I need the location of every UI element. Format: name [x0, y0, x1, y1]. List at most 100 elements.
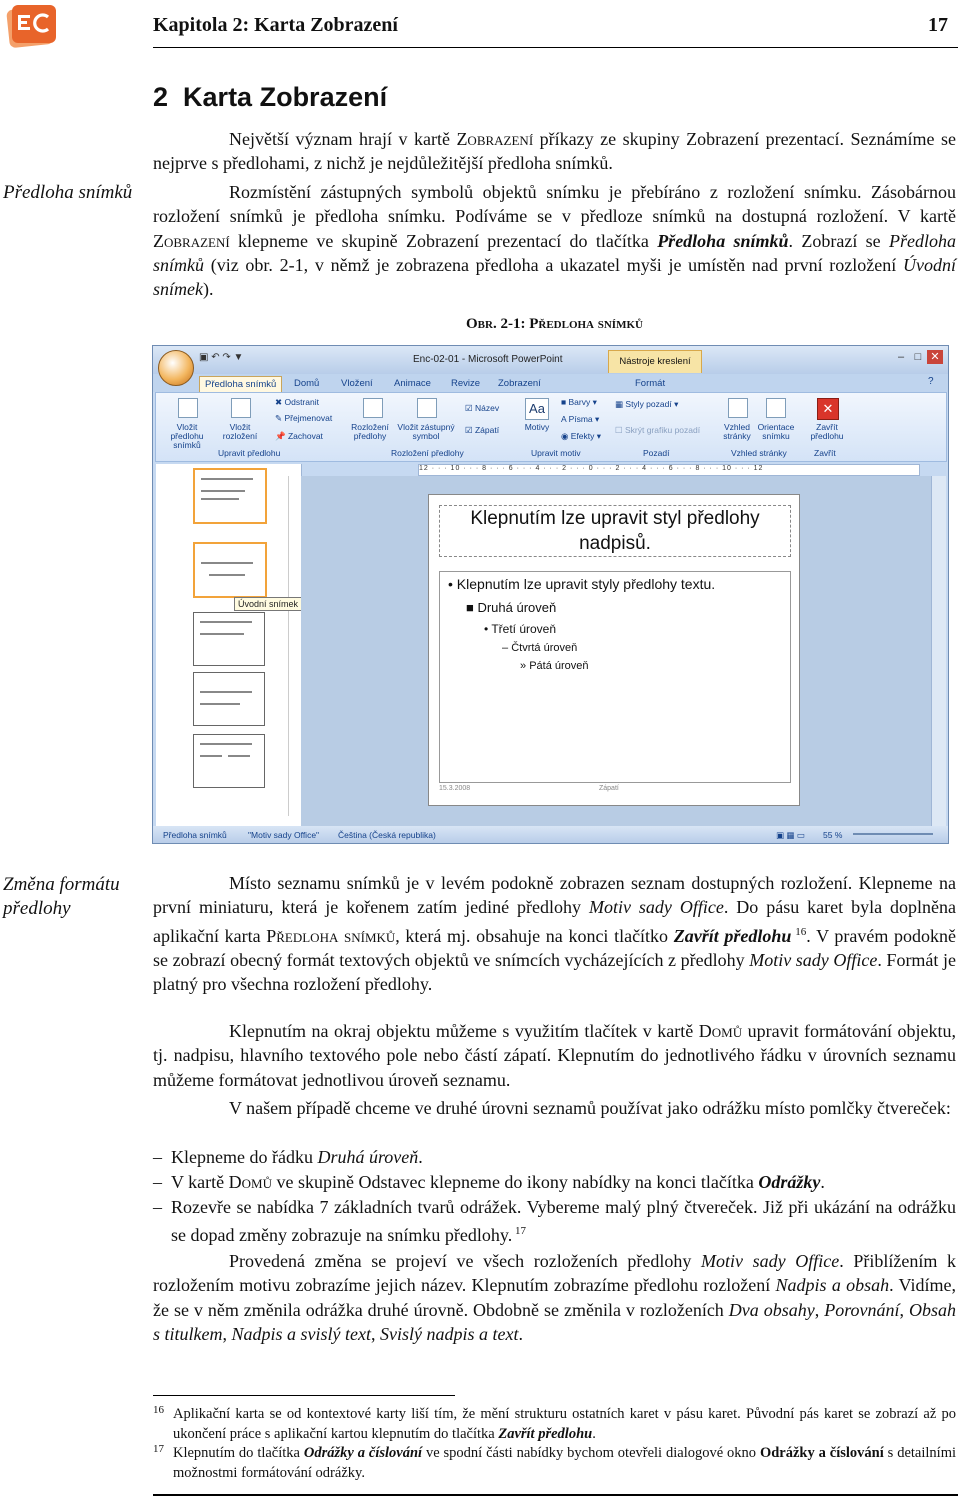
insert-layout-button[interactable]: Vložit rozložení [217, 423, 263, 441]
tab-animace[interactable]: Animace [394, 376, 431, 392]
body-paragraph-4: Klepnutím na okraj objektu můžeme s využ… [153, 1019, 956, 1092]
text: klepneme ve skupině Zobrazení prezentací… [229, 230, 658, 251]
footers-checkbox[interactable]: ☑ Zápatí [465, 426, 499, 435]
footnote-rule [153, 1395, 455, 1396]
layout-thumbnail-pane[interactable] [156, 464, 302, 826]
bullet-level-5[interactable]: » Pátá úroveň [520, 660, 589, 672]
close-icon[interactable]: ✕ [927, 350, 943, 364]
text: , [222, 1323, 232, 1344]
text: ve spodní části nabídky bychom otevřeli … [422, 1445, 760, 1461]
footnote-16: 16 Aplikační karta se od kontextové karty… [153, 1404, 956, 1444]
layout-name: Nadpis a obsah [775, 1275, 890, 1296]
status-theme: "Motiv sady Office" [248, 830, 320, 840]
text: Klepnutím do tlačítka [173, 1445, 304, 1461]
rename-button[interactable]: ✎ Přejmenovat [275, 414, 332, 423]
horizontal-ruler: 12 · · · 10 · · · 8 · · · 6 · · · 4 · · … [418, 464, 920, 476]
insert-master-button[interactable]: Vložit předlohu snímků [161, 423, 213, 450]
group-label-zavrit: Zavřít [814, 448, 836, 458]
vertical-scrollbar[interactable] [931, 476, 946, 826]
colors-button[interactable]: ■ Barvy ▾ [561, 398, 597, 407]
footnote-number: 17 [153, 1443, 164, 1455]
status-language: Čeština (Česká republika) [338, 830, 436, 840]
slide-body-placeholder[interactable]: • Klepnutím lze upravit styly předlohy t… [439, 571, 791, 783]
close-master-icon: ✕ [817, 398, 839, 420]
footnote-number: 16 [153, 1404, 164, 1416]
button-name: Odrážky a číslování [303, 1445, 423, 1461]
tab-vlozeni[interactable]: Vložení [341, 376, 373, 392]
text: Největší význam hrají v kartě [229, 129, 457, 149]
minimize-icon[interactable]: – [893, 350, 909, 364]
bg-styles-button[interactable]: ▦ Styly pozadí ▾ [615, 400, 678, 409]
hide-bg-label: Skrýt grafiku pozadí [624, 425, 701, 435]
chapter-heading-title: Karta Zobrazení [183, 82, 388, 112]
office-button[interactable] [158, 350, 194, 386]
list-item: – V kartě Domů ve skupině Odstavec klepne… [153, 1170, 956, 1194]
close-master-button[interactable]: Zavřít předlohu [807, 423, 847, 441]
bottom-rule [153, 1494, 958, 1496]
help-icon[interactable]: ? [928, 376, 934, 387]
text: , [814, 1299, 825, 1320]
tab-format[interactable]: Formát [635, 376, 665, 392]
zoom-slider[interactable] [853, 833, 933, 835]
tab-name: Předloha snímků [266, 925, 396, 946]
insert-master-icon [178, 398, 198, 418]
body-paragraph-6: Provedená změna se projeví ve všech rozl… [153, 1249, 956, 1346]
preserve-button[interactable]: 📌 Zachovat [275, 432, 323, 441]
text: Rozevře se nabídka 7 základních tvarů od… [171, 1197, 956, 1246]
tab-domu[interactable]: Domů [294, 376, 319, 392]
bullet-level-2-text: Druhá úroveň [477, 600, 557, 615]
list-item: – Rozevře se nabídka 7 základních tvarů o… [153, 1195, 956, 1248]
tab-revize[interactable]: Revize [451, 376, 480, 392]
page-setup-button[interactable]: Vzhled stránky [718, 423, 756, 441]
insert-placeholder-button[interactable]: Vložit zástupný symbol [395, 423, 457, 441]
header-rule [153, 47, 958, 48]
maximize-icon[interactable]: □ [910, 350, 926, 364]
tab-zobrazeni[interactable]: Zobrazení [498, 376, 541, 392]
tab-name: Domů [698, 1021, 743, 1041]
text: . [518, 1323, 523, 1344]
colors-label: Barvy [568, 397, 591, 407]
bullet-level-3[interactable]: • Třetí úroveň [484, 622, 556, 636]
zoom-level[interactable]: 55 % [823, 830, 842, 840]
bullet-level-1[interactable]: • Klepnutím lze upravit styly předlohy t… [448, 576, 715, 592]
tab-predloha-snimku[interactable]: Předloha snímků [199, 376, 283, 393]
master-thumbnail[interactable] [193, 468, 267, 524]
button-name: Odrážky [758, 1172, 821, 1192]
master-layout-button[interactable]: Rozložení předlohy [345, 423, 395, 441]
bullet-level-3-text: Třetí úroveň [491, 622, 557, 636]
body-paragraph-5: V našem případě chceme ve druhé úrovni s… [229, 1098, 951, 1118]
slide-canvas[interactable]: Klepnutím lze upravit styl předlohy nadp… [428, 494, 800, 806]
layout-thumbnail[interactable] [193, 734, 265, 788]
master-layout-icon [363, 398, 383, 418]
effects-button[interactable]: ◉ Efekty ▾ [561, 432, 601, 441]
slide-title-placeholder[interactable]: Klepnutím lze upravit styl předlohy nadp… [439, 505, 791, 557]
intro-paragraph-2: Rozmístění zástupných symbolů objektů sn… [153, 180, 956, 301]
group-label-upravit-motiv: Upravit motiv [531, 448, 581, 458]
hide-bg-checkbox[interactable]: ☐ Skrýt grafiku pozadí [615, 426, 700, 435]
vertical-ruler [288, 476, 299, 816]
text: ve skupině Odstavec klepneme do ikony na… [272, 1172, 759, 1192]
footnote-ref-17[interactable]: 17 [512, 1225, 526, 1237]
layout-name: Nadpis a svislý text [231, 1323, 371, 1344]
text: , která mj. obsahuje na konci tlačítko [395, 925, 674, 946]
caption-number: 2-1: [496, 316, 530, 332]
layout-thumbnail[interactable] [193, 672, 265, 726]
footnote-ref-16[interactable]: 16 [791, 926, 806, 938]
bullet-level-2[interactable]: ■ Druhá úroveň [466, 600, 556, 615]
fonts-button[interactable]: A Písma ▾ [561, 415, 599, 424]
orientation-button[interactable]: Orientace snímku [753, 423, 799, 441]
rename-label: Přejmenovat [284, 413, 333, 423]
theme-name: Motiv sady Office [749, 949, 878, 970]
slide-footer[interactable]: 15.3.2008 Zápatí [439, 785, 789, 797]
view-buttons[interactable]: ▣ ▦ ▭ [776, 830, 805, 841]
text: . [820, 1172, 825, 1192]
layout-thumbnail[interactable] [193, 612, 265, 666]
delete-button[interactable]: ✖ Odstranit [275, 398, 319, 407]
bullet-level-4[interactable]: – Čtvrtá úroveň [502, 642, 577, 654]
effects-label: Efekty [570, 431, 595, 441]
title-checkbox[interactable]: ☑ Název [465, 404, 499, 413]
button-name: Zavřít předlohu [498, 1425, 593, 1442]
layout-thumbnail-title-slide[interactable] [193, 542, 267, 598]
tab-name-zobrazeni: Zobrazení [153, 230, 230, 251]
themes-button[interactable]: Motivy [517, 423, 557, 432]
